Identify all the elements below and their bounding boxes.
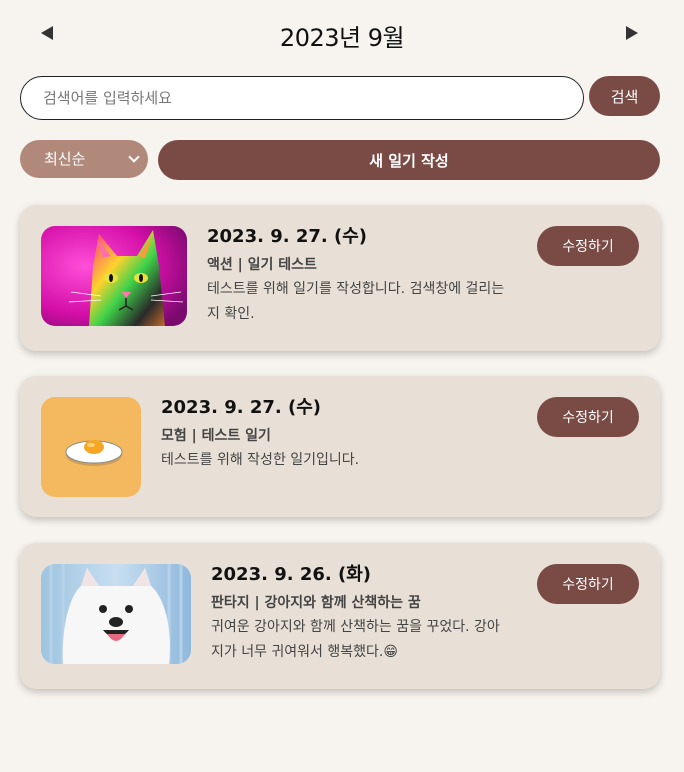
sort-select[interactable]: 최신순 <box>20 140 148 178</box>
sort-selected-label: 최신순 <box>44 150 86 168</box>
search-button[interactable]: 검색 <box>589 76 660 116</box>
entry-text: 2023. 9. 27. (수) 모험 | 테스트 일기 테스트를 위해 작성한… <box>161 396 511 473</box>
next-month-icon[interactable] <box>626 26 638 40</box>
white-dog-photo <box>41 564 191 664</box>
entry-body: 테스트를 위해 일기를 작성합니다. 검색창에 걸리는지 확인. <box>207 281 505 322</box>
entry-body: 테스트를 위해 작성한 일기입니다. <box>161 452 360 468</box>
entry-title: 액션 | 일기 테스트 <box>207 257 317 273</box>
fried-egg-icon <box>41 397 141 497</box>
diary-card[interactable]: 2023. 9. 26. (화) 판타지 | 강아지와 함께 산책하는 꿈 귀여… <box>20 543 660 689</box>
entry-text: 2023. 9. 27. (수) 액션 | 일기 테스트 테스트를 위해 일기를… <box>207 225 517 327</box>
edit-button[interactable]: 수정하기 <box>537 397 639 437</box>
entry-body: 귀여운 강아지와 함께 산책하는 꿈을 꾸었다. 강아지가 너무 귀여워서 행복… <box>211 619 500 660</box>
entry-title: 모험 | 테스트 일기 <box>161 428 271 444</box>
edit-button[interactable]: 수정하기 <box>537 226 639 266</box>
entry-date: 2023. 9. 27. (수) <box>207 226 367 247</box>
entry-date: 2023. 9. 27. (수) <box>161 397 321 418</box>
entry-title: 판타지 | 강아지와 함께 산책하는 꿈 <box>211 595 421 611</box>
colorful-cat-photo <box>41 226 187 326</box>
edit-button[interactable]: 수정하기 <box>537 564 639 604</box>
month-title: 2023년 9월 <box>279 24 405 52</box>
search-input[interactable] <box>20 76 584 120</box>
diary-card[interactable]: 2023. 9. 27. (수) 액션 | 일기 테스트 테스트를 위해 일기를… <box>20 205 660 351</box>
diary-card[interactable]: 2023. 9. 27. (수) 모험 | 테스트 일기 테스트를 위해 작성한… <box>20 376 660 517</box>
chevron-down-icon <box>128 151 140 163</box>
entry-date: 2023. 9. 26. (화) <box>211 564 371 585</box>
month-header: 2023년 9월 <box>0 14 684 58</box>
new-entry-button[interactable]: 새 일기 작성 <box>158 140 660 180</box>
entry-text: 2023. 9. 26. (화) 판타지 | 강아지와 함께 산책하는 꿈 귀여… <box>211 563 511 665</box>
